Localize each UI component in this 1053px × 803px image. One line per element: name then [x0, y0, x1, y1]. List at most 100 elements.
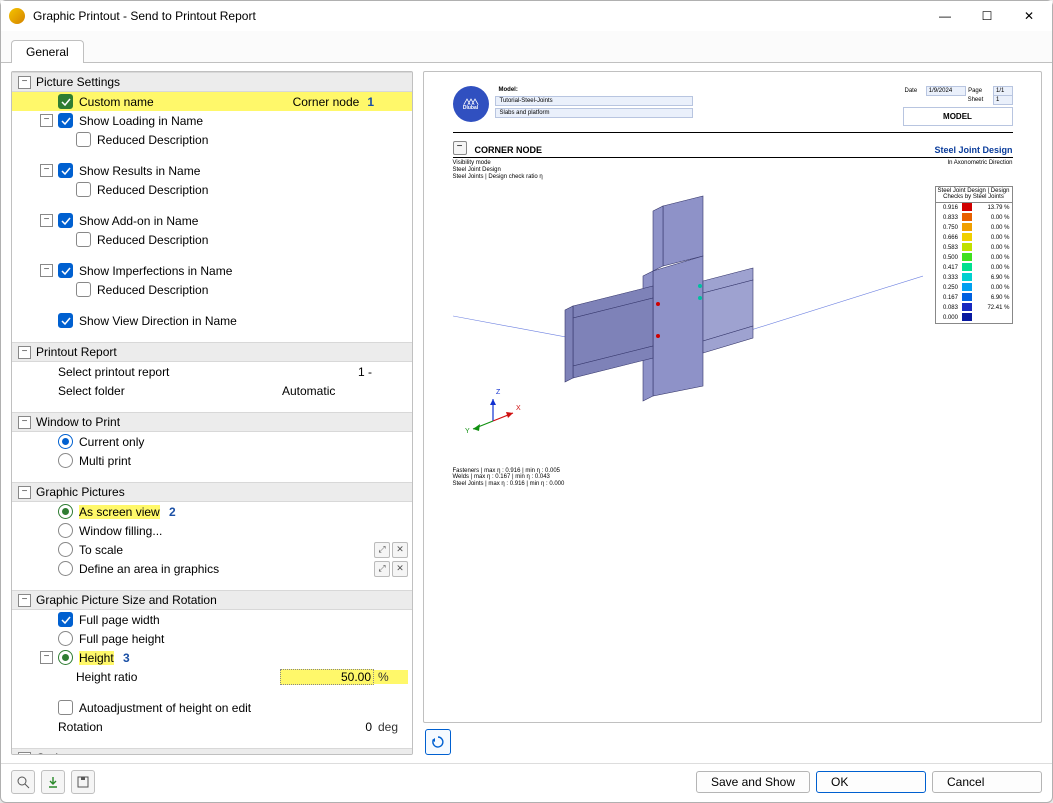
collapse-icon[interactable]: −	[18, 752, 31, 755]
tab-general[interactable]: General	[11, 40, 84, 63]
radio[interactable]	[58, 631, 73, 646]
section-window-to-print[interactable]: − Window to Print	[12, 412, 412, 432]
row-screen-view[interactable]: As screen view 2	[12, 502, 412, 521]
checkbox[interactable]	[58, 213, 73, 228]
collapse-icon[interactable]: −	[18, 76, 31, 89]
refresh-button[interactable]	[425, 729, 451, 755]
section-printout-report[interactable]: − Printout Report	[12, 342, 412, 362]
checkbox[interactable]	[76, 182, 91, 197]
row-reduced-4[interactable]: Reduced Description	[12, 280, 412, 299]
custom-name-value[interactable]: Corner node	[269, 95, 361, 109]
radio[interactable]	[58, 650, 73, 665]
save-and-show-button[interactable]: Save and Show	[696, 771, 810, 793]
radio[interactable]	[58, 542, 73, 557]
marker-2: 2	[169, 505, 176, 519]
row-reduced-1[interactable]: Reduced Description	[12, 130, 412, 149]
row-reduced-3[interactable]: Reduced Description	[12, 230, 412, 249]
checkbox[interactable]	[76, 282, 91, 297]
expand-icon[interactable]: ⤢	[374, 542, 390, 558]
sub-l2: Steel Joint Design	[453, 167, 501, 173]
clear-icon[interactable]: ✕	[392, 542, 408, 558]
row-reduced-2[interactable]: Reduced Description	[12, 180, 412, 199]
label: Reduced Description	[97, 183, 408, 197]
cancel-button[interactable]: Cancel	[932, 771, 1042, 793]
collapse-icon[interactable]: −	[18, 416, 31, 429]
row-height[interactable]: − Height 3	[12, 648, 412, 667]
value[interactable]: Automatic	[282, 384, 374, 398]
checkbox[interactable]	[58, 163, 73, 178]
date-value: 1/9/2024	[926, 87, 965, 96]
settings-save-button[interactable]	[71, 770, 95, 794]
radio[interactable]	[58, 504, 73, 519]
clear-icon[interactable]: ✕	[392, 561, 408, 577]
radio[interactable]	[58, 434, 73, 449]
maximize-button[interactable]: ☐	[972, 1, 1002, 31]
checkbox[interactable]	[76, 232, 91, 247]
row-to-scale[interactable]: To scale ⤢ ✕	[12, 540, 412, 559]
row-show-loading[interactable]: − Show Loading in Name	[12, 111, 412, 130]
radio[interactable]	[58, 523, 73, 538]
settings-load-button[interactable]	[41, 770, 65, 794]
row-window-filling[interactable]: Window filling...	[12, 521, 412, 540]
ok-button[interactable]: OK	[816, 771, 926, 793]
unit: deg	[374, 720, 408, 734]
axis-y: Y	[465, 428, 470, 435]
row-show-results[interactable]: − Show Results in Name	[12, 161, 412, 180]
height-ratio-input[interactable]: 50.00	[280, 669, 374, 685]
collapse-icon[interactable]: −	[40, 651, 53, 664]
preview-footnote: Fasteners | max η : 0.916 | min η : 0.00…	[453, 468, 1013, 488]
checkbox[interactable]	[58, 313, 73, 328]
section-graphic-pictures[interactable]: − Graphic Pictures	[12, 482, 412, 502]
rotation-value[interactable]: 0	[282, 720, 374, 734]
preview-area[interactable]: Dlubal Model: Tutorial-Steel-Joints Slab…	[423, 71, 1042, 723]
expand-icon[interactable]: ⤢	[374, 561, 390, 577]
row-multi-print[interactable]: Multi print	[12, 451, 412, 470]
label: Custom name	[79, 95, 269, 109]
row-height-ratio[interactable]: Height ratio 50.00 %	[12, 667, 412, 686]
app-icon	[9, 8, 25, 24]
window-controls: — ☐ ✕	[930, 1, 1044, 31]
collapse-icon[interactable]: −	[40, 264, 53, 277]
section-size-rotation[interactable]: − Graphic Picture Size and Rotation	[12, 590, 412, 610]
value[interactable]: 1 -	[282, 365, 374, 379]
preview-toolbar	[423, 729, 1042, 755]
row-show-imperfections[interactable]: − Show Imperfections in Name	[12, 261, 412, 280]
row-select-report[interactable]: Select printout report 1 -	[12, 362, 412, 381]
row-rotation[interactable]: Rotation 0 deg	[12, 717, 412, 736]
minimize-button[interactable]: —	[930, 1, 960, 31]
radio[interactable]	[58, 561, 73, 576]
close-button[interactable]: ✕	[1014, 1, 1044, 31]
collapse-icon[interactable]: −	[18, 594, 31, 607]
checkbox[interactable]	[58, 700, 73, 715]
row-full-width[interactable]: Full page width	[12, 610, 412, 629]
row-full-height[interactable]: Full page height	[12, 629, 412, 648]
checkbox-custom-name[interactable]	[58, 94, 73, 109]
row-current-only[interactable]: Current only	[12, 432, 412, 451]
collapse-icon[interactable]: −	[40, 164, 53, 177]
checkbox[interactable]	[76, 132, 91, 147]
row-custom-name[interactable]: Custom name Corner node 1	[12, 92, 412, 111]
help-button[interactable]	[11, 770, 35, 794]
collapse-icon[interactable]: −	[18, 346, 31, 359]
model-label: Model:	[495, 86, 693, 94]
checkbox[interactable]	[58, 113, 73, 128]
section-options[interactable]: − Options	[12, 748, 412, 755]
row-select-folder[interactable]: Select folder Automatic	[12, 381, 412, 400]
collapse-icon[interactable]: −	[18, 486, 31, 499]
label: As screen view	[79, 505, 160, 519]
radio[interactable]	[58, 453, 73, 468]
label: Rotation	[58, 720, 282, 734]
row-show-viewdir[interactable]: Show View Direction in Name	[12, 311, 412, 330]
titlebar: Graphic Printout - Send to Printout Repo…	[1, 1, 1052, 31]
page-header: Dlubal Model: Tutorial-Steel-Joints Slab…	[453, 86, 1013, 133]
section-picture-settings[interactable]: − Picture Settings	[12, 72, 412, 92]
row-define-area[interactable]: Define an area in graphics ⤢ ✕	[12, 559, 412, 578]
checkbox[interactable]	[58, 263, 73, 278]
content-area: − Picture Settings Custom name Corner no…	[1, 63, 1052, 763]
checkbox[interactable]	[58, 612, 73, 627]
collapse-icon[interactable]: −	[40, 214, 53, 227]
settings-tree[interactable]: − Picture Settings Custom name Corner no…	[11, 71, 413, 755]
collapse-icon[interactable]: −	[40, 114, 53, 127]
row-autoadjust[interactable]: Autoadjustment of height on edit	[12, 698, 412, 717]
row-show-addon[interactable]: − Show Add-on in Name	[12, 211, 412, 230]
